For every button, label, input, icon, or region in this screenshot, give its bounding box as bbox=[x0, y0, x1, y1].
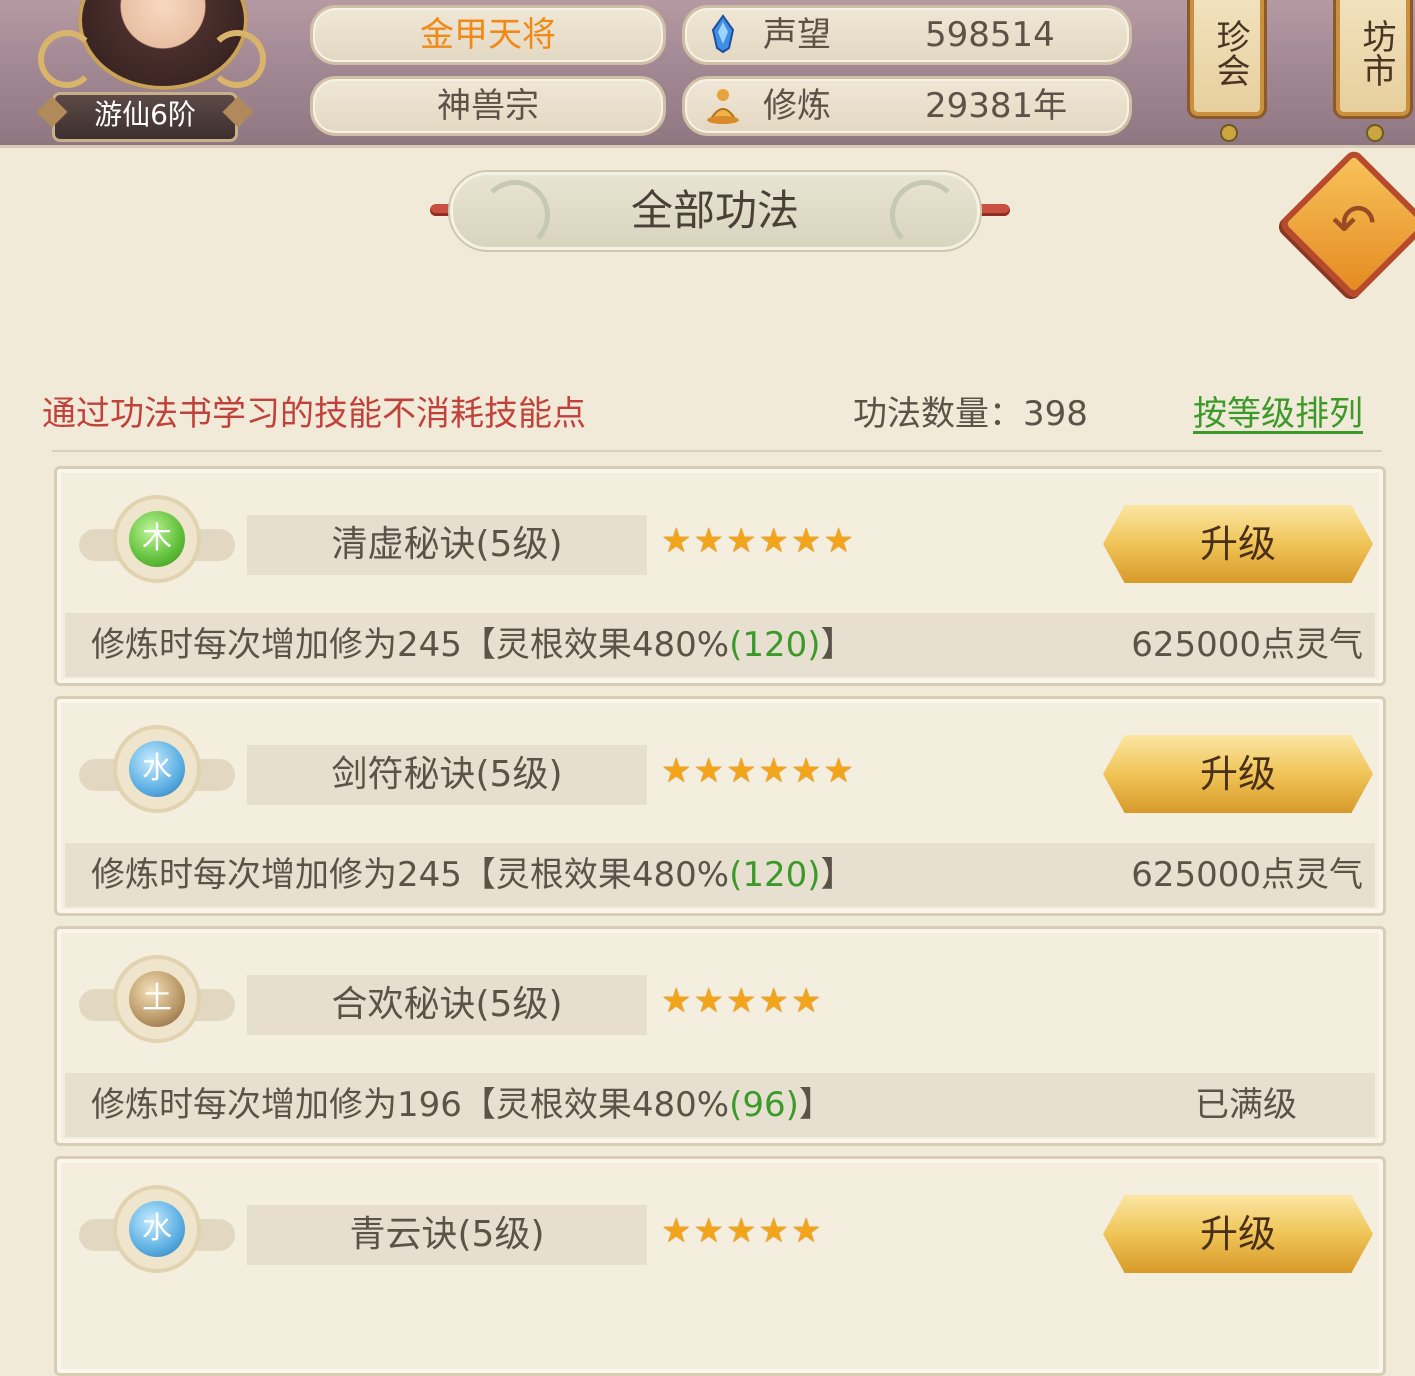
skill-name: 清虚秘诀(5级) bbox=[247, 515, 647, 575]
market-button[interactable]: 坊市 bbox=[1336, 0, 1410, 142]
cultivation-value: 29381年 bbox=[925, 86, 1068, 126]
skill-emblem: 水 bbox=[79, 1189, 235, 1281]
skill-emblem: 木 bbox=[79, 499, 235, 591]
skill-card: 水 青云诀(5级) ★★★★★ 升级 bbox=[54, 1156, 1386, 1376]
skill-emblem: 水 bbox=[79, 729, 235, 821]
earth-element-icon: 土 bbox=[129, 971, 185, 1027]
market-label: 坊市 bbox=[1356, 19, 1396, 87]
star-icons: ★★★★★★ bbox=[661, 751, 856, 791]
blue-crystal-icon bbox=[711, 14, 735, 54]
rank-badge: 游仙6阶 bbox=[52, 92, 238, 142]
cloud-ornament-icon bbox=[480, 180, 550, 250]
desc-main: 修炼时每次增加修为245【灵根效果480% bbox=[91, 855, 730, 895]
back-button[interactable]: ↶ bbox=[1277, 147, 1415, 301]
upgrade-button[interactable]: 升级 bbox=[1103, 505, 1373, 583]
max-level-status: 已满级 bbox=[1195, 1085, 1297, 1125]
star-icons: ★★★★★ bbox=[661, 981, 824, 1021]
rank-label: 游仙6阶 bbox=[94, 98, 196, 131]
skill-name: 青云诀(5级) bbox=[247, 1205, 647, 1265]
star-rating: ★★★★★ bbox=[661, 1211, 823, 1251]
meditation-icon bbox=[707, 89, 739, 124]
sect-name: 神兽宗 bbox=[437, 86, 539, 126]
upgrade-button-label: 升级 bbox=[1199, 522, 1276, 566]
skill-card: 水 剑符秘诀(5级) ★★★★★★ 升级 修炼时每次增加修为245【灵根效果48… bbox=[54, 696, 1386, 916]
star-icons: ★★★★★★ bbox=[661, 521, 856, 561]
desc-end: 】 bbox=[820, 855, 855, 895]
scroll-knob-icon bbox=[1366, 124, 1384, 142]
upgrade-button[interactable]: 升级 bbox=[1103, 735, 1373, 813]
upgrade-button[interactable]: 升级 bbox=[1103, 1195, 1373, 1273]
desc-end: 】 bbox=[820, 625, 855, 665]
avatar-left-ornament bbox=[38, 30, 96, 88]
skill-card: 木 清虚秘诀(5级) ★★★★★★ 升级 修炼时每次增加修为245【灵根效果48… bbox=[54, 466, 1386, 686]
player-title: 金甲天将 bbox=[420, 15, 556, 55]
divider bbox=[52, 450, 1382, 452]
star-icons: ★★★★★ bbox=[661, 1211, 824, 1251]
cloud-ornament-icon bbox=[890, 180, 960, 250]
desc-main: 修炼时每次增加修为245【灵根效果480% bbox=[91, 625, 730, 665]
star-rating: ★★★★★ bbox=[661, 981, 823, 1021]
water-element-icon: 水 bbox=[129, 741, 185, 797]
player-title-panel: 金甲天将 bbox=[310, 5, 666, 65]
desc-main: 修炼时每次增加修为196【灵根效果480% bbox=[91, 1085, 730, 1125]
desc-end: 】 bbox=[798, 1085, 833, 1125]
sort-by-level-link[interactable]: 按等级排列 bbox=[1193, 386, 1363, 435]
treasure-fair-button[interactable]: 珍会 bbox=[1190, 0, 1264, 142]
skill-description: 修炼时每次增加修为245【灵根效果480%(120)】 bbox=[91, 619, 855, 671]
cultivation-label: 修炼 bbox=[763, 86, 831, 126]
upgrade-cost: 625000点灵气 bbox=[1131, 625, 1363, 665]
upgrade-cost: 625000点灵气 bbox=[1131, 855, 1363, 895]
wood-element-icon: 木 bbox=[129, 511, 185, 567]
back-arrow-icon: ↶ bbox=[1331, 192, 1377, 255]
reputation-label: 声望 bbox=[763, 15, 831, 55]
skill-name: 剑符秘诀(5级) bbox=[247, 745, 647, 805]
skill-name: 合欢秘诀(5级) bbox=[247, 975, 647, 1035]
star-rating: ★★★★★★ bbox=[661, 751, 856, 791]
desc-root-bonus: (120) bbox=[729, 625, 821, 665]
skill-count: 功法数量：398 bbox=[853, 394, 1088, 434]
desc-root-bonus: (120) bbox=[729, 855, 821, 895]
upgrade-button-label: 升级 bbox=[1199, 752, 1276, 796]
avatar-right-ornament bbox=[208, 30, 266, 88]
treasure-fair-label: 珍会 bbox=[1210, 19, 1250, 87]
water-element-icon: 水 bbox=[129, 1201, 185, 1257]
top-bar: 游仙6阶 金甲天将 神兽宗 声望 598514 修炼 29381年 珍会 坊市 bbox=[0, 0, 1415, 148]
reputation-panel: 声望 598514 bbox=[682, 5, 1132, 65]
cultivation-panel: 修炼 29381年 bbox=[682, 76, 1132, 136]
upgrade-button-label: 升级 bbox=[1199, 1212, 1276, 1256]
skill-notice: 通过功法书学习的技能不消耗技能点 bbox=[42, 394, 586, 434]
skill-card: 土 合欢秘诀(5级) ★★★★★ 修炼时每次增加修为196【灵根效果480%(9… bbox=[54, 926, 1386, 1146]
skill-emblem: 土 bbox=[79, 959, 235, 1051]
skill-description: 修炼时每次增加修为245【灵根效果480%(120)】 bbox=[91, 849, 855, 901]
sect-panel: 神兽宗 bbox=[310, 76, 666, 136]
scroll-knob-icon bbox=[1220, 124, 1238, 142]
star-rating: ★★★★★★ bbox=[661, 521, 856, 561]
desc-root-bonus: (96) bbox=[729, 1085, 799, 1125]
skill-description: 修炼时每次增加修为196【灵根效果480%(96)】 bbox=[91, 1079, 833, 1131]
page-title: 全部功法 bbox=[630, 186, 799, 235]
reputation-value: 598514 bbox=[925, 15, 1055, 55]
